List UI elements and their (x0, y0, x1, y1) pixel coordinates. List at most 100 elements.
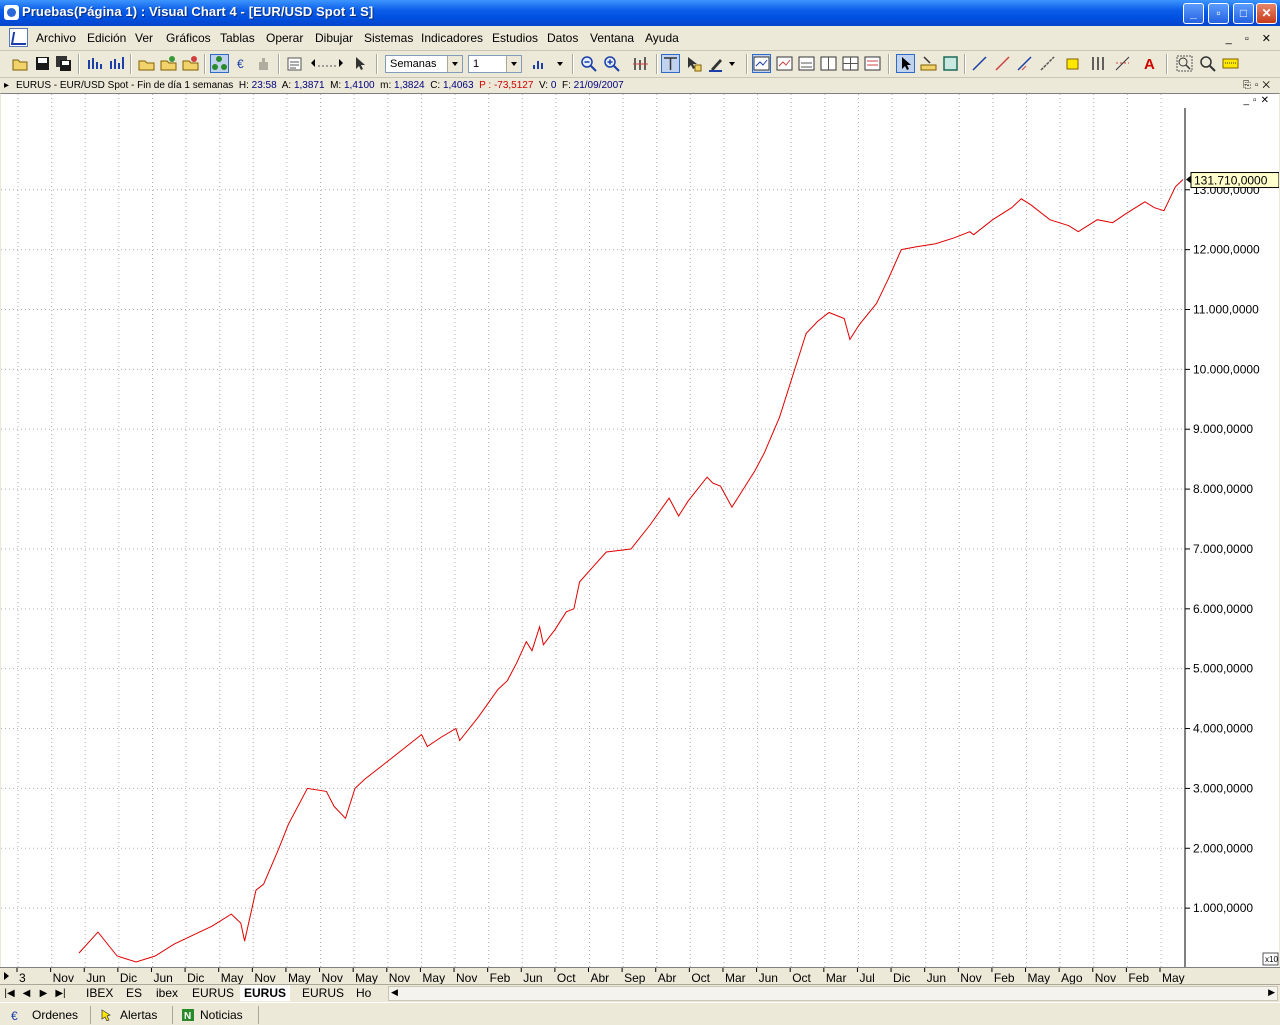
tab-es[interactable]: ES (122, 985, 146, 1001)
x-tick-label: Nov (456, 971, 477, 985)
window-layout-5-icon[interactable] (842, 55, 859, 72)
x-tick-label: Jun (86, 971, 105, 985)
last-tab-icon[interactable]: ▶| (54, 987, 67, 1000)
y-tick-label: 5.000,0000 (1193, 662, 1253, 676)
menu-tablas[interactable]: Tablas (220, 31, 255, 45)
menu-estudios[interactable]: Estudios (492, 31, 538, 45)
window-layout-3-icon[interactable] (798, 55, 815, 72)
menu-datos[interactable]: Datos (547, 31, 578, 45)
menu-graficos[interactable]: Gráficos (166, 31, 211, 45)
scroll-arrows-icon[interactable] (308, 55, 346, 72)
network-icon[interactable] (210, 54, 229, 73)
menu-sistemas[interactable]: Sistemas (364, 31, 413, 45)
prev-tab-icon[interactable]: ◀ (20, 987, 33, 1000)
folder-chart-icon[interactable] (138, 55, 155, 72)
restore-button[interactable]: ▫ (1208, 3, 1229, 24)
chevron-down-icon[interactable] (506, 56, 521, 72)
window-layout-4-icon[interactable] (820, 55, 837, 72)
y-tick-label: 3.000,0000 (1193, 781, 1253, 795)
window-title: Pruebas(Página 1) : Visual Chart 4 - [EU… (22, 4, 374, 19)
tab-ibex-upper[interactable]: IBEX (82, 985, 117, 1001)
ray-icon[interactable] (1039, 55, 1056, 72)
tab-ibex-lower[interactable]: ibex (152, 985, 182, 1001)
menu-ayuda[interactable]: Ayuda (645, 31, 679, 45)
save-all-icon[interactable] (55, 55, 72, 72)
compression-select[interactable]: 1 (468, 55, 522, 73)
cursor-crosshair-icon[interactable] (352, 55, 369, 72)
tab-eurus-1[interactable]: EURUS (188, 985, 238, 1001)
x-tick-label: Nov (389, 971, 410, 985)
alerts-button[interactable]: Alertas (90, 1006, 173, 1024)
next-tab-icon[interactable]: ▶ (37, 987, 50, 1000)
bar-chart-icon[interactable] (86, 55, 103, 72)
chart-type-icon[interactable] (530, 55, 568, 72)
zoom-in-icon[interactable] (603, 55, 620, 72)
first-tab-icon[interactable]: |◀ (3, 987, 16, 1000)
orders-button[interactable]: € Ordenes (0, 1006, 91, 1024)
text-tool-icon[interactable]: A (1142, 55, 1159, 72)
channel-icon[interactable] (1016, 55, 1033, 72)
period-select[interactable]: Semanas (385, 55, 463, 73)
scroll-right-icon[interactable]: ▶ (1268, 987, 1275, 998)
menu-ventana[interactable]: Ventana (590, 31, 634, 45)
profit-value: P : -73,5127 (479, 80, 534, 91)
chevron-down-icon[interactable] (447, 56, 462, 72)
candles-icon[interactable] (632, 55, 649, 72)
horizontal-scrollbar[interactable]: ◀ ▶ (388, 986, 1278, 1001)
x-tick-label: Jun (523, 971, 542, 985)
equity-line-chart[interactable]: 1.000,0000 2.000,0000 3.000,0000 4.000,0000… (1, 94, 1279, 968)
panel-window-controls[interactable]: ⎘▫✕ (1243, 78, 1274, 93)
chart-window-icon[interactable] (9, 28, 28, 47)
menu-operar[interactable]: Operar (266, 31, 303, 45)
mdi-window-controls[interactable]: _ ▫ ✕ (1226, 32, 1276, 45)
draw-pen-icon[interactable] (708, 55, 736, 72)
pointer-icon[interactable] (896, 54, 915, 73)
rectangle-select-icon[interactable] (942, 55, 959, 72)
app-icon[interactable] (4, 5, 19, 20)
minimize-button[interactable]: _ (1183, 3, 1204, 24)
menu-dibujar[interactable]: Dibujar (315, 31, 353, 45)
low-label: m: (380, 80, 392, 91)
ruler-icon[interactable] (920, 55, 937, 72)
expand-arrow-icon[interactable]: ▸ (4, 78, 9, 93)
tab-eurus-3[interactable]: EURUS (298, 985, 348, 1001)
magnify-area-icon[interactable] (1176, 55, 1193, 72)
folder-page-icon[interactable] (182, 55, 199, 72)
scroll-left-icon[interactable]: ◀ (391, 987, 398, 998)
news-button[interactable]: N Noticias (172, 1006, 259, 1024)
chart-panel[interactable]: _▫✕ 1.000,0000 2.000,0000 3.000,0000 4.000,… (1, 93, 1279, 968)
toolbar-separator (278, 54, 280, 74)
trendline-extended-icon[interactable] (994, 55, 1011, 72)
tab-eurus-active[interactable]: EURUS (240, 985, 291, 1001)
select-cursor-icon[interactable] (685, 55, 702, 72)
menu-ver[interactable]: Ver (135, 31, 153, 45)
currency-icon[interactable]: € (234, 55, 251, 72)
time-axis[interactable]: 3 Nov Jun Dic Jun Dic May Nov May Nov May Nov May Nov… (0, 967, 1280, 985)
fibonacci-icon[interactable] (1114, 55, 1131, 72)
window-layout-2-icon[interactable] (776, 55, 793, 72)
magnify-reset-icon[interactable] (1199, 55, 1216, 72)
save-icon[interactable] (34, 55, 51, 72)
maximize-button[interactable]: □ (1233, 3, 1254, 24)
zoom-out-icon[interactable] (580, 55, 597, 72)
tab-ho[interactable]: Ho (352, 985, 375, 1001)
window-layout-1-icon[interactable] (752, 54, 771, 73)
period-value: Semanas (390, 58, 437, 70)
rectangle-draw-icon[interactable] (1064, 55, 1081, 72)
hand-icon[interactable] (256, 55, 273, 72)
cross-cursor-icon[interactable] (661, 54, 680, 73)
price-label-icon[interactable] (1222, 55, 1239, 72)
bar-chart-alt-icon[interactable] (108, 55, 125, 72)
folder-template-icon[interactable] (160, 55, 177, 72)
properties-icon[interactable] (286, 55, 303, 72)
open-value: 1,3871 (293, 80, 325, 91)
close-button[interactable]: ✕ (1256, 3, 1277, 24)
menu-indicadores[interactable]: Indicadores (421, 31, 483, 45)
menu-edicion[interactable]: Edición (87, 31, 126, 45)
vertical-lines-icon[interactable] (1090, 55, 1107, 72)
menu-archivo[interactable]: Archivo (36, 31, 76, 45)
window-layout-6-icon[interactable] (864, 55, 881, 72)
axis-expand-icon (4, 972, 9, 980)
trendline-icon[interactable] (971, 55, 988, 72)
open-folder-icon[interactable] (12, 55, 29, 72)
